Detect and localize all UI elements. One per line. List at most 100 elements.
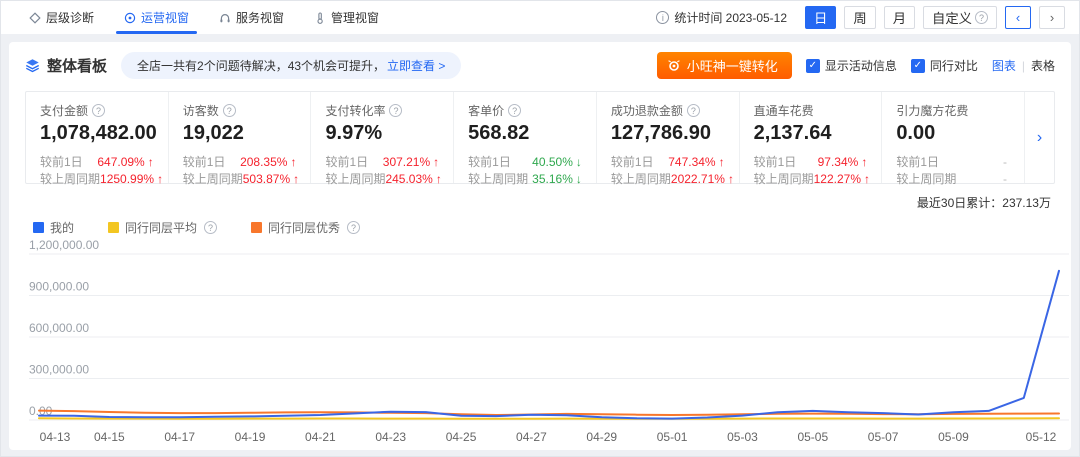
legend-swatch	[33, 222, 44, 233]
x-axis-label: 05-01	[657, 430, 688, 444]
stat-time: i 统计时间 2023-05-12	[656, 9, 787, 26]
divider: |	[1022, 59, 1025, 73]
x-axis-label: 04-19	[235, 430, 266, 444]
legend-mine[interactable]: 我的	[33, 219, 74, 236]
period-week-button[interactable]: 周	[844, 6, 875, 29]
x-axis-label: 04-23	[375, 430, 406, 444]
change-row: 较前1日647.09%	[40, 154, 154, 171]
chart-view-toggle[interactable]: 图表	[992, 57, 1016, 74]
metric-value: 127,786.90	[611, 122, 725, 145]
legend-swatch	[251, 222, 262, 233]
x-axis-label: 04-21	[305, 430, 336, 444]
tab-level-diagnosis[interactable]: 层级诊断	[29, 1, 94, 34]
summary-value: 237.13万	[1002, 196, 1051, 210]
period-custom-button[interactable]: 自定义	[923, 6, 997, 29]
tab-label: 运营视窗	[141, 9, 189, 26]
series-line-peer-average	[39, 418, 1059, 419]
card-avg-order-value[interactable]: 客单价 568.82 较前1日40.50% 较上周同期35.16%	[454, 92, 597, 183]
change-row: 较上周同期-	[896, 171, 1010, 188]
help-icon[interactable]	[92, 104, 105, 117]
tab-management-view[interactable]: 管理视窗	[314, 1, 379, 34]
show-activity-checkbox[interactable]: 显示活动信息	[806, 57, 897, 74]
help-icon	[204, 221, 217, 234]
trend-arrow-icon	[293, 171, 299, 188]
trend-arrow-icon	[576, 171, 582, 188]
tab-service-view[interactable]: 服务视窗	[219, 1, 284, 34]
legend-peer-average[interactable]: 同行同层平均	[108, 219, 217, 236]
change-row: 较前1日208.35%	[183, 154, 297, 171]
change-row: 较上周同期245.03%	[325, 171, 439, 188]
trend-arrow-icon	[864, 171, 870, 188]
y-axis-label: 1,200,000.00	[29, 240, 99, 252]
diamond-icon	[29, 12, 41, 24]
checkbox-label: 显示活动信息	[825, 57, 897, 74]
tab-operation-view[interactable]: 运营视窗	[124, 1, 189, 34]
metric-title: 支付金额	[40, 102, 154, 119]
compass-icon	[124, 12, 136, 24]
help-icon	[975, 11, 988, 24]
change-row: 较前1日40.50%	[468, 154, 582, 171]
metric-value: 9.97%	[325, 122, 439, 145]
x-axis-label: 04-27	[516, 430, 547, 444]
x-axis-label: 05-07	[868, 430, 899, 444]
peer-compare-checkbox[interactable]: 同行对比	[911, 57, 978, 74]
y-axis-label: 600,000.00	[29, 321, 89, 335]
x-axis-label: 04-25	[446, 430, 477, 444]
help-icon[interactable]	[687, 104, 700, 117]
change-row: 较前1日97.34%	[754, 154, 868, 171]
checkbox-checked-icon	[911, 59, 925, 73]
help-icon[interactable]	[223, 104, 236, 117]
card-refund-amount[interactable]: 成功退款金额 127,786.90 较前1日747.34% 较上周同期2022.…	[597, 92, 740, 183]
change-row: 较上周同期122.27%	[754, 171, 868, 188]
table-view-toggle[interactable]: 表格	[1031, 57, 1055, 74]
top-navigation-bar: 层级诊断 运营视窗 服务视窗 管理视窗	[1, 1, 1079, 34]
legend-peer-excellent[interactable]: 同行同层优秀	[251, 219, 360, 236]
checkbox-checked-icon	[806, 59, 820, 73]
x-axis-label: 04-29	[586, 430, 617, 444]
view-switch: 图表 | 表格	[992, 57, 1055, 74]
tab-label: 层级诊断	[46, 9, 94, 26]
x-axis-label: 05-05	[797, 430, 828, 444]
metric-value: 568.82	[468, 122, 582, 145]
period-month-button[interactable]: 月	[884, 6, 915, 29]
trend-chart: 1,200,000.00900,000.00600,000.00300,000.…	[25, 240, 1071, 450]
headset-icon	[219, 12, 231, 24]
cards-next-arrow[interactable]: ›	[1024, 92, 1054, 183]
metric-title: 访客数	[183, 102, 297, 119]
metric-title: 成功退款金额	[611, 102, 725, 119]
metric-title: 直通车花费	[754, 102, 868, 119]
change-row: 较前1日-	[896, 154, 1010, 171]
thermometer-icon	[314, 12, 326, 24]
period-day-button[interactable]: 日	[805, 6, 836, 29]
card-conversion-rate[interactable]: 支付转化率 9.97% 较前1日307.21% 较上周同期245.03%	[311, 92, 454, 183]
trend-arrow-icon	[861, 154, 867, 171]
y-axis-label: 900,000.00	[29, 280, 89, 294]
prev-date-button[interactable]: ‹	[1005, 6, 1031, 29]
card-ylmf-spend[interactable]: 引力魔方花费 0.00 较前1日- 较上周同期-	[882, 92, 1024, 183]
change-row: 较前1日307.21%	[325, 154, 439, 171]
metric-cards-row: 支付金额 1,078,482.00 较前1日647.09% 较上周同期1250.…	[25, 91, 1055, 184]
date-controls: i 统计时间 2023-05-12 日 周 月 自定义 ‹ ›	[656, 1, 1065, 34]
notice-text: 全店一共有2个问题待解决，43个机会可提升，	[137, 57, 385, 74]
metric-value: 1,078,482.00	[40, 122, 154, 145]
wangshen-convert-button[interactable]: 小旺神一键转化	[657, 52, 792, 79]
card-visitors[interactable]: 访客数 19,022 较前1日208.35% 较上周同期503.87%	[169, 92, 312, 183]
card-payment-amount[interactable]: 支付金额 1,078,482.00 较前1日647.09% 较上周同期1250.…	[26, 92, 169, 183]
help-icon[interactable]	[508, 104, 521, 117]
help-icon[interactable]	[389, 104, 402, 117]
trend-arrow-icon	[436, 171, 442, 188]
change-row: 较上周同期1250.99%	[40, 171, 154, 188]
trend-arrow-icon	[290, 154, 296, 171]
card-ztc-spend[interactable]: 直通车花费 2,137.64 较前1日97.34% 较上周同期122.27%	[740, 92, 883, 183]
view-now-link[interactable]: 立即查看 >	[387, 57, 445, 74]
trend-chart-container[interactable]: 1,200,000.00900,000.00600,000.00300,000.…	[25, 240, 1055, 450]
metric-title: 客单价	[468, 102, 582, 119]
chart-legend: 我的 同行同层平均 同行同层优秀	[9, 211, 1071, 238]
change-row: 较上周同期503.87%	[183, 171, 297, 188]
layers-icon	[25, 58, 40, 73]
next-date-button[interactable]: ›	[1039, 6, 1065, 29]
x-axis-label: 05-09	[938, 430, 969, 444]
dashboard-screen: 层级诊断 运营视窗 服务视窗 管理视窗	[0, 0, 1080, 457]
change-row: 较上周同期35.16%	[468, 171, 582, 188]
summary-label: 最近30日累计：	[917, 196, 1002, 210]
